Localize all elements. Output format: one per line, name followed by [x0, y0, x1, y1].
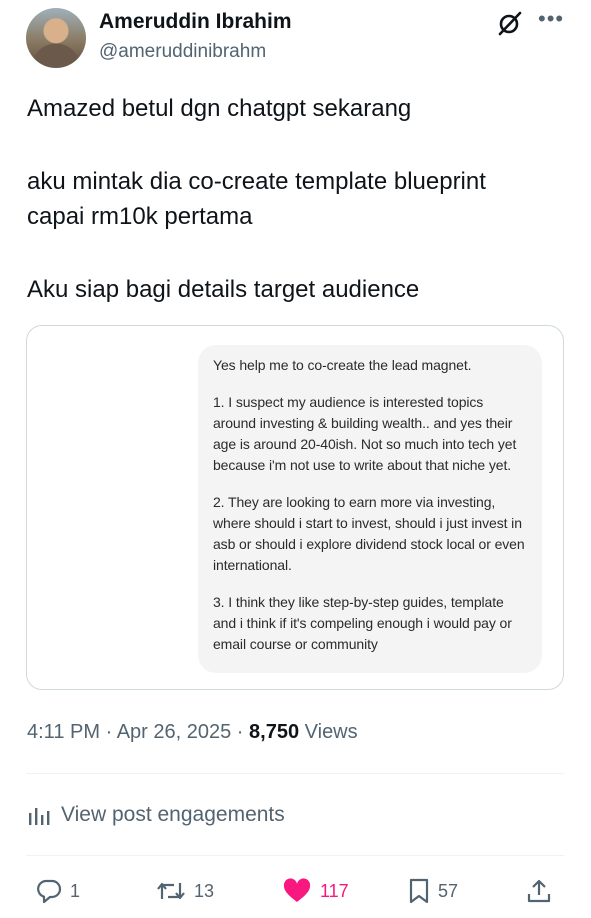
- post-time[interactable]: 4:11 PM: [27, 721, 100, 743]
- chat-paragraph: 2. They are looking to earn more via inv…: [213, 494, 525, 573]
- view-engagements-link[interactable]: View post engagements: [27, 800, 285, 830]
- grok-icon[interactable]: [497, 10, 523, 36]
- like-count: 117: [320, 880, 349, 901]
- repost-button[interactable]: 13: [156, 876, 214, 906]
- post-meta: 4:11 PM · Apr 26, 2025 · 8,750 Views: [27, 721, 358, 744]
- chat-message-bubble: Yes help me to co-create the lead magnet…: [198, 345, 542, 673]
- tweet-text-line-3: capai rm10k pertama: [27, 203, 253, 230]
- author-handle[interactable]: @ameruddinibrahm: [99, 41, 266, 63]
- avatar[interactable]: [26, 8, 86, 68]
- tweet-text-line-1: Amazed betul dgn chatgpt sekarang: [27, 95, 412, 122]
- chat-paragraph: Yes help me to co-create the lead magnet…: [213, 357, 472, 373]
- chat-paragraph: 3. I think they like step-by-step guides…: [213, 594, 512, 652]
- bookmark-icon: [409, 878, 429, 904]
- divider: [26, 773, 564, 774]
- author-name[interactable]: Ameruddin Ibrahim: [99, 10, 292, 34]
- share-button[interactable]: [526, 876, 552, 906]
- meta-separator: ·: [236, 721, 244, 743]
- reply-count: 1: [70, 880, 81, 901]
- tweet-text-line-2: aku mintak dia co-create template bluepr…: [27, 168, 486, 195]
- repost-count: 13: [194, 880, 215, 901]
- tweet-text-line-4: Aku siap bagi details target audience: [27, 276, 420, 303]
- heart-icon: [283, 878, 311, 902]
- more-options-icon[interactable]: •••: [538, 8, 564, 35]
- share-icon: [527, 879, 551, 903]
- meta-separator: ·: [105, 721, 113, 743]
- reply-icon: [37, 879, 62, 904]
- post-date[interactable]: Apr 26, 2025: [117, 721, 232, 743]
- bookmark-button[interactable]: 57: [408, 876, 458, 906]
- views-count: 8,750: [249, 721, 300, 743]
- analytics-icon: [29, 808, 50, 825]
- view-engagements-label: View post engagements: [61, 803, 285, 826]
- reply-button[interactable]: 1: [36, 876, 80, 906]
- chat-paragraph: 1. I suspect my audience is interested t…: [213, 394, 517, 473]
- bookmark-count: 57: [438, 880, 459, 901]
- repost-icon: [157, 882, 185, 900]
- views-label: Views: [304, 721, 358, 743]
- like-button[interactable]: 117: [282, 876, 349, 906]
- divider: [26, 855, 564, 856]
